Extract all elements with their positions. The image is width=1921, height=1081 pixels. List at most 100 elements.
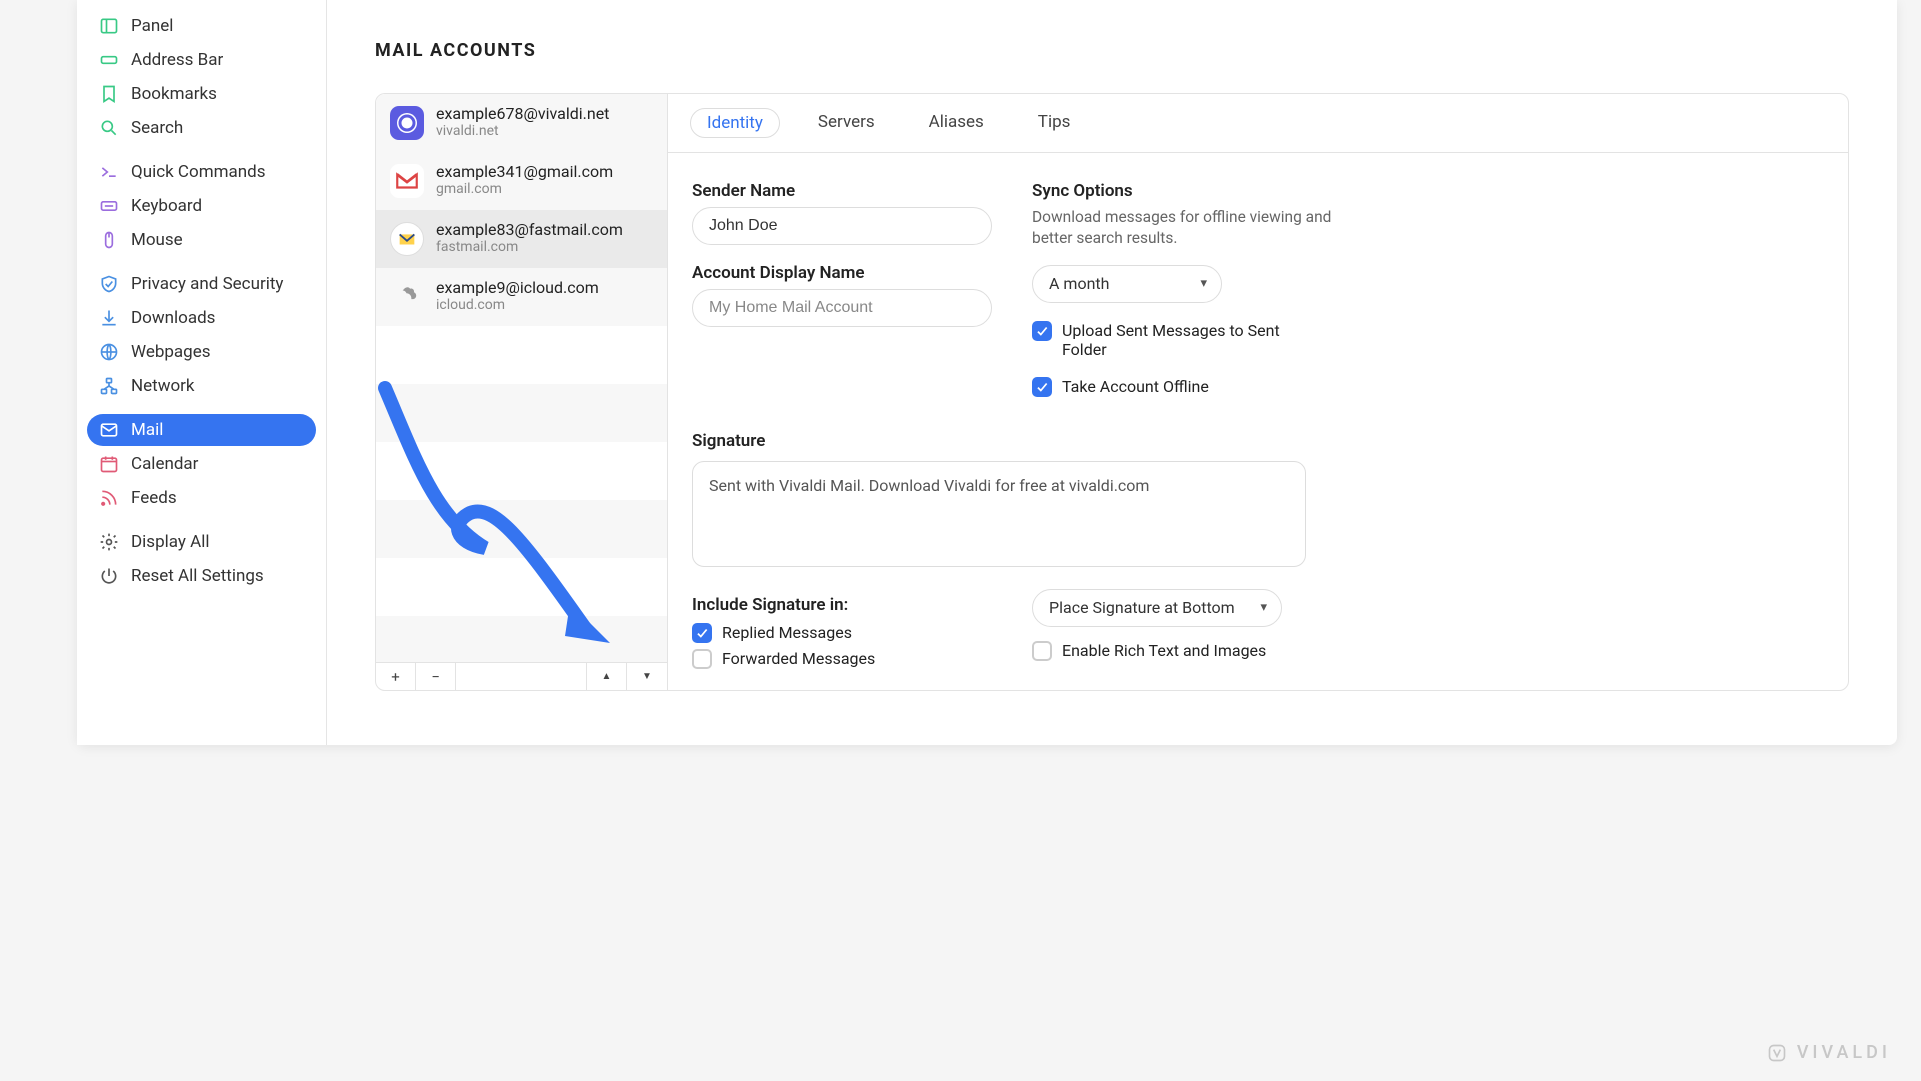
take-offline-label: Take Account Offline [1062, 377, 1209, 396]
sidebar-item-label: Keyboard [131, 196, 202, 216]
replied-checkbox[interactable] [692, 623, 712, 643]
move-down-button[interactable]: ▼ [627, 663, 667, 690]
gmail-icon [390, 164, 424, 198]
tabs: Identity Servers Aliases Tips [668, 94, 1848, 153]
download-icon [99, 308, 119, 328]
sidebar-item-label: Quick Commands [131, 162, 266, 182]
upload-sent-checkbox[interactable] [1032, 321, 1052, 341]
upload-sent-label: Upload Sent Messages to Sent Folder [1062, 321, 1302, 359]
replied-label: Replied Messages [722, 623, 852, 642]
sidebar-item-label: Reset All Settings [131, 566, 264, 586]
keyboard-icon [99, 196, 119, 216]
sidebar-item-label: Webpages [131, 342, 211, 362]
sync-options-label: Sync Options [1032, 181, 1332, 201]
sidebar-item-label: Calendar [131, 454, 198, 474]
sidebar-item-address-bar[interactable]: Address Bar [87, 44, 316, 76]
sidebar-item-calendar[interactable]: Calendar [87, 448, 316, 480]
account-row[interactable]: example678@vivaldi.net vivaldi.net [376, 94, 667, 152]
sidebar-item-webpages[interactable]: Webpages [87, 336, 316, 368]
sidebar-item-display-all[interactable]: Display All [87, 526, 316, 558]
account-row[interactable]: example341@gmail.com gmail.com [376, 152, 667, 210]
sidebar-item-mail[interactable]: Mail [87, 414, 316, 446]
power-icon [99, 566, 119, 586]
remove-account-button[interactable]: − [416, 663, 456, 690]
sidebar-item-privacy[interactable]: Privacy and Security [87, 268, 316, 300]
mouse-icon [99, 230, 119, 250]
accounts-toolbar: + − ▲ ▼ [376, 662, 667, 690]
sidebar-item-quick-commands[interactable]: Quick Commands [87, 156, 316, 188]
tab-servers[interactable]: Servers [802, 108, 891, 138]
account-email: example678@vivaldi.net [436, 105, 609, 123]
include-sig-label: Include Signature in: [692, 595, 992, 615]
account-domain: gmail.com [436, 180, 613, 198]
toolbar-spacer [456, 663, 587, 690]
sidebar-item-bookmarks[interactable]: Bookmarks [87, 78, 316, 110]
move-up-button[interactable]: ▲ [587, 663, 627, 690]
rich-text-checkbox[interactable] [1032, 641, 1052, 661]
tab-identity[interactable]: Identity [690, 108, 780, 138]
signature-textarea[interactable]: Sent with Vivaldi Mail. Download Vivaldi… [692, 461, 1306, 567]
account-email: example9@icloud.com [436, 279, 599, 297]
sidebar-item-downloads[interactable]: Downloads [87, 302, 316, 334]
bookmark-icon [99, 84, 119, 104]
tab-tips[interactable]: Tips [1022, 108, 1087, 138]
sidebar-item-mouse[interactable]: Mouse [87, 224, 316, 256]
account-row[interactable]: example9@icloud.com icloud.com [376, 268, 667, 326]
signature-label: Signature [692, 431, 1824, 451]
search-icon [99, 118, 119, 138]
shield-icon [99, 274, 119, 294]
add-account-button[interactable]: + [376, 663, 416, 690]
sidebar-item-label: Display All [131, 532, 209, 552]
display-name-input[interactable] [692, 289, 992, 327]
sidebar-item-label: Panel [131, 16, 173, 36]
sidebar-item-network[interactable]: Network [87, 370, 316, 402]
signature-position-select[interactable]: Place Signature at Bottom [1032, 589, 1282, 627]
addressbar-icon [99, 50, 119, 70]
icloud-icon [390, 280, 424, 314]
sender-name-label: Sender Name [692, 181, 992, 201]
sidebar-item-label: Mail [131, 420, 163, 440]
sidebar-item-label: Mouse [131, 230, 183, 250]
sidebar-item-panel[interactable]: Panel [87, 10, 316, 42]
mail-icon [99, 420, 119, 440]
forwarded-checkbox[interactable] [692, 649, 712, 669]
select-value: A month [1049, 274, 1109, 293]
vivaldi-icon [390, 106, 424, 140]
account-domain: fastmail.com [436, 238, 623, 256]
mail-accounts-panel: example678@vivaldi.net vivaldi.net examp… [375, 93, 1849, 691]
network-icon [99, 376, 119, 396]
rich-text-label: Enable Rich Text and Images [1062, 641, 1266, 660]
sync-options-desc: Download messages for offline viewing an… [1032, 207, 1332, 249]
sidebar-item-search[interactable]: Search [87, 112, 316, 144]
account-domain: icloud.com [436, 296, 599, 314]
rss-icon [99, 488, 119, 508]
account-domain: vivaldi.net [436, 122, 609, 140]
sidebar-item-label: Network [131, 376, 195, 396]
sidebar-item-label: Downloads [131, 308, 215, 328]
account-row[interactable]: example83@fastmail.com fastmail.com [376, 210, 667, 268]
forwarded-label: Forwarded Messages [722, 649, 875, 668]
section-title: MAIL ACCOUNTS [375, 40, 1849, 61]
gear-icon [99, 532, 119, 552]
quick-icon [99, 162, 119, 182]
sender-name-input[interactable] [692, 207, 992, 245]
sidebar-item-label: Address Bar [131, 50, 223, 70]
sidebar-item-label: Privacy and Security [131, 274, 283, 294]
settings-sidebar: Panel Address Bar Bookmarks Search Quick… [77, 0, 327, 745]
calendar-icon [99, 454, 119, 474]
globe-icon [99, 342, 119, 362]
vivaldi-watermark: VIVALDI [1767, 1042, 1891, 1063]
sidebar-item-keyboard[interactable]: Keyboard [87, 190, 316, 222]
sidebar-item-reset[interactable]: Reset All Settings [87, 560, 316, 592]
account-email: example341@gmail.com [436, 163, 613, 181]
panel-icon [99, 16, 119, 36]
tab-aliases[interactable]: Aliases [913, 108, 1000, 138]
take-offline-checkbox[interactable] [1032, 377, 1052, 397]
accounts-list: example678@vivaldi.net vivaldi.net examp… [376, 94, 667, 662]
sidebar-item-label: Bookmarks [131, 84, 217, 104]
sidebar-item-feeds[interactable]: Feeds [87, 482, 316, 514]
select-value: Place Signature at Bottom [1049, 598, 1235, 617]
sidebar-item-label: Search [131, 118, 183, 138]
sync-range-select[interactable]: A month [1032, 265, 1222, 303]
sidebar-item-label: Feeds [131, 488, 177, 508]
